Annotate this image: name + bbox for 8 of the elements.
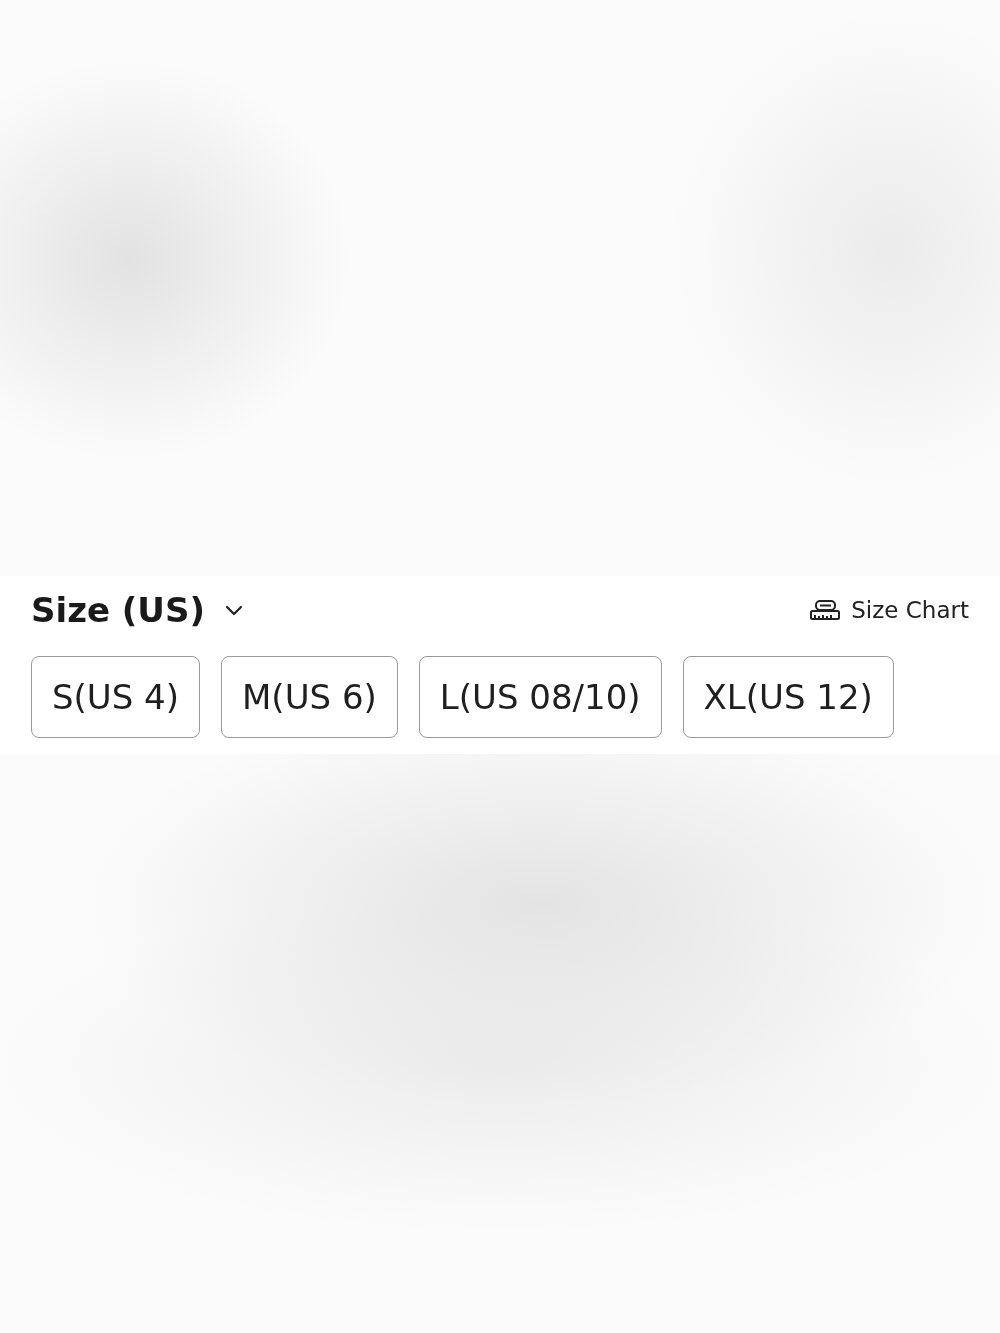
size-option[interactable]: S(US 4) <box>31 656 201 738</box>
size-option[interactable]: XL(US 12) <box>682 656 894 738</box>
size-dropdown[interactable]: Size (US) <box>31 590 245 630</box>
size-option[interactable]: M(US 6) <box>221 656 398 738</box>
ruler-icon <box>809 599 842 621</box>
size-option[interactable]: L(US 08/10) <box>418 656 662 738</box>
size-title: Size (US) <box>31 590 205 630</box>
size-chart-link[interactable]: Size Chart <box>809 597 969 623</box>
